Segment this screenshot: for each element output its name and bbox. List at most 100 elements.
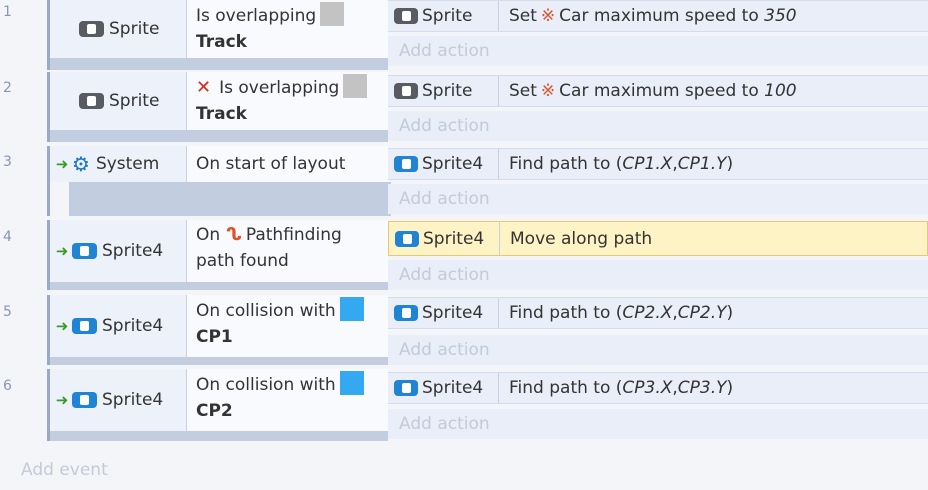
trigger-arrow-icon: ➜	[55, 242, 69, 260]
action-text[interactable]: Find path to (CP1.X, CP1.Y)	[509, 149, 733, 179]
action-param: CP2.X	[622, 303, 673, 323]
action-param: 100	[764, 81, 797, 101]
condition-object[interactable]: Sprite	[50, 72, 187, 130]
condition-object[interactable]: ➜ Sprite4	[50, 220, 187, 282]
action-label: Find path to (	[509, 154, 623, 174]
condition-text[interactable]: On start of layout	[187, 146, 388, 182]
condition-param: CP1	[196, 327, 233, 347]
event-row[interactable]: 2 Sprite ✕ Is overlapping Track Sprite Se…	[0, 72, 928, 142]
event-number: 4	[3, 229, 12, 245]
add-event-button[interactable]: Add event	[21, 460, 108, 480]
action-prefix: Set	[509, 6, 537, 26]
cp1-object-swatch-icon	[339, 297, 364, 321]
actions-panel: Sprite4 Find path to (CP3.X, CP3.Y) Add …	[388, 369, 928, 441]
event-row[interactable]: 4 ➜ Sprite4 On ᔐ Pathfinding path found Sp…	[0, 220, 928, 290]
car-behavior-icon: ※	[540, 6, 556, 26]
action-object[interactable]: Sprite4	[388, 149, 499, 179]
action-close: )	[726, 303, 734, 323]
actions-panel: Sprite4 Move along path Add action	[388, 220, 928, 290]
event-number: 5	[3, 304, 12, 320]
action-text[interactable]: Set ※ Car maximum speed to 100	[509, 76, 797, 106]
condition-param: CP2	[196, 401, 233, 421]
action-param: CP1.Y	[677, 154, 727, 174]
event-row[interactable]: 6 ➜ Sprite4 On collision with CP2 Sprite…	[0, 369, 928, 441]
sprite-icon	[394, 8, 418, 24]
action-object[interactable]: Sprite4	[389, 222, 500, 255]
action-label: Find path to (	[509, 378, 623, 398]
action-text[interactable]: Find path to (CP3.X, CP3.Y)	[509, 373, 733, 403]
condition-label: Is overlapping	[196, 6, 317, 26]
action-row[interactable]: Sprite4 Find path to (CP2.X, CP2.Y)	[388, 297, 928, 329]
cp2-object-swatch-icon	[339, 371, 364, 395]
add-action-button[interactable]: Add action	[388, 184, 928, 214]
condition-label: On collision with	[196, 375, 336, 395]
action-object-name: Sprite	[422, 81, 473, 101]
event-block[interactable]: ➜ Sprite4 On ᔐ Pathfinding path found	[47, 220, 388, 290]
condition-text[interactable]: ✕ Is overlapping Track	[187, 72, 388, 130]
actions-panel: Sprite4 Find path to (CP2.X, CP2.Y) Add …	[388, 295, 928, 365]
event-block[interactable]: Sprite ✕ Is overlapping Track	[47, 72, 388, 142]
condition-param: Track	[196, 32, 247, 52]
actions-panel: Sprite Set ※ Car maximum speed to 100 Ad…	[388, 72, 928, 142]
condition-object[interactable]: Sprite	[50, 0, 187, 58]
event-number: 1	[3, 4, 12, 20]
event-block[interactable]: Sprite Is overlapping Track	[47, 0, 388, 70]
condition-text[interactable]: On collision with CP1	[187, 295, 388, 357]
event-block[interactable]: ➜ ⚙ System On start of layout	[47, 146, 391, 216]
action-label: Car maximum speed to	[559, 6, 759, 26]
add-action-button[interactable]: Add action	[388, 409, 928, 439]
action-label: Car maximum speed to	[559, 81, 759, 101]
action-row[interactable]: Sprite4 Find path to (CP3.X, CP3.Y)	[388, 372, 928, 404]
event-block[interactable]: ➜ Sprite4 On collision with CP2	[47, 369, 388, 441]
action-text[interactable]: Find path to (CP2.X, CP2.Y)	[509, 298, 733, 328]
action-label: Find path to (	[509, 303, 623, 323]
car-behavior-icon: ※	[540, 81, 556, 101]
sprite-icon	[72, 318, 97, 334]
condition-object[interactable]: ➜ ⚙ System	[50, 146, 187, 182]
action-object[interactable]: Sprite	[388, 1, 499, 31]
action-param: 350	[764, 6, 797, 26]
action-text[interactable]: Set ※ Car maximum speed to 350	[509, 1, 797, 31]
condition-object-name: Sprite	[109, 19, 160, 39]
condition-object-name: Sprite4	[102, 241, 164, 261]
condition-text[interactable]: Is overlapping Track	[187, 0, 388, 58]
add-action-button[interactable]: Add action	[388, 36, 928, 66]
add-action-button[interactable]: Add action	[388, 335, 928, 365]
action-text[interactable]: Move along path	[510, 222, 652, 255]
condition-text[interactable]: On collision with CP2	[187, 369, 388, 431]
action-object-name: Sprite4	[422, 378, 484, 398]
action-row[interactable]: Sprite4 Find path to (CP1.X, CP1.Y)	[388, 148, 928, 180]
condition-label: On collision with	[196, 301, 336, 321]
action-param: CP3.Y	[677, 378, 727, 398]
action-row[interactable]: Sprite Set ※ Car maximum speed to 100	[388, 75, 928, 107]
condition-prefix: On	[196, 225, 221, 245]
event-number: 2	[3, 80, 12, 96]
condition-object[interactable]: ➜ Sprite4	[50, 295, 187, 357]
action-param: CP1.X	[622, 154, 673, 174]
event-block[interactable]: ➜ Sprite4 On collision with CP1	[47, 295, 388, 365]
add-action-button[interactable]: Add action	[388, 111, 928, 141]
action-label: Move along path	[510, 228, 653, 249]
condition-param: Track	[196, 104, 247, 124]
trigger-arrow-icon: ➜	[55, 317, 69, 335]
event-row[interactable]: 1 Sprite Is overlapping Track Sprite Set…	[0, 0, 928, 70]
action-row[interactable]: Sprite Set ※ Car maximum speed to 350	[388, 0, 928, 32]
event-row[interactable]: 3 ➜ ⚙ System On start of layout Sprite4 …	[0, 146, 928, 216]
add-action-button[interactable]: Add action	[388, 260, 928, 290]
track-object-swatch-icon	[320, 2, 345, 26]
action-object[interactable]: Sprite4	[388, 373, 499, 403]
condition-object[interactable]: ➜ Sprite4	[50, 369, 187, 431]
action-close: )	[726, 154, 734, 174]
event-number: 6	[3, 378, 12, 394]
action-prefix: Set	[509, 81, 537, 101]
action-object[interactable]: Sprite4	[388, 298, 499, 328]
event-number: 3	[3, 154, 12, 170]
condition-object-name: System	[95, 154, 160, 174]
action-row-selected[interactable]: Sprite4 Move along path	[388, 221, 928, 256]
actions-panel: Sprite Set ※ Car maximum speed to 350 Ad…	[388, 0, 928, 70]
event-row[interactable]: 5 ➜ Sprite4 On collision with CP1 Sprite…	[0, 295, 928, 365]
action-object-name: Sprite4	[422, 303, 484, 323]
condition-label-2: path found	[196, 251, 289, 271]
condition-text[interactable]: On ᔐ Pathfinding path found	[187, 220, 388, 282]
action-object[interactable]: Sprite	[388, 76, 499, 106]
